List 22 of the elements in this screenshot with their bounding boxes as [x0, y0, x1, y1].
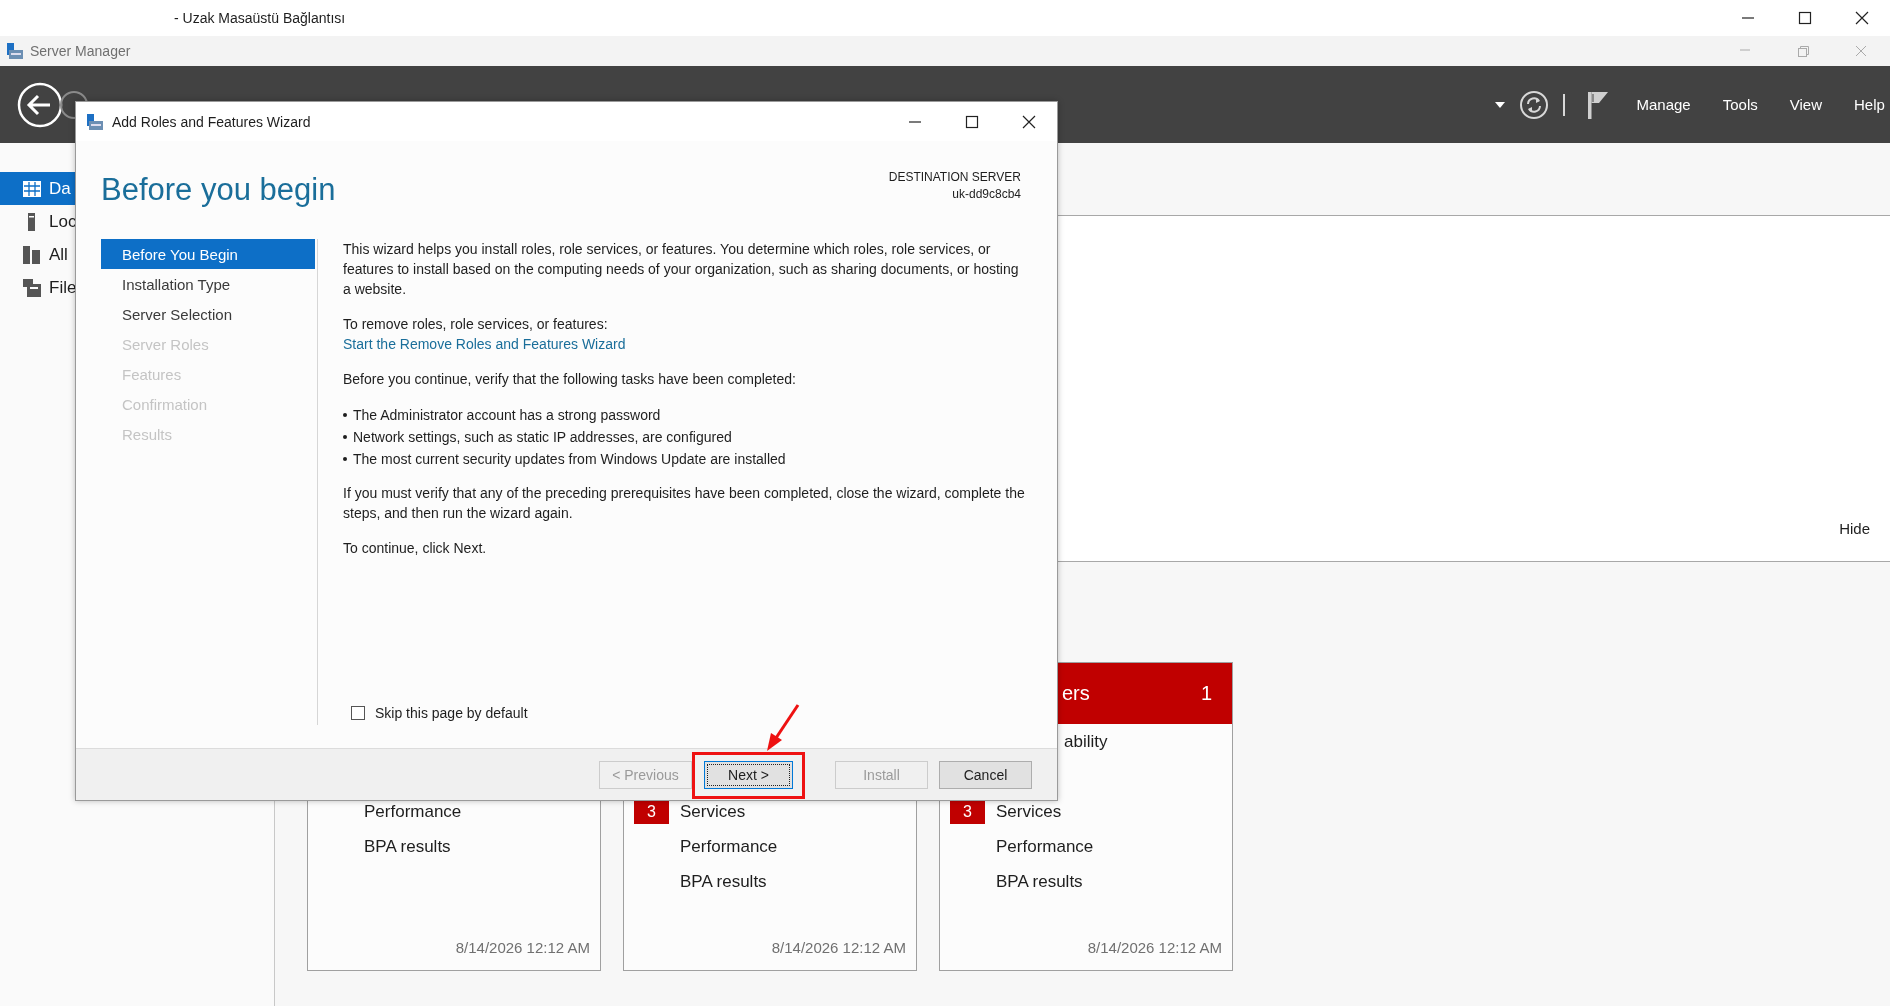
- list-item: The most current security updates from Windows Update are installed: [353, 450, 786, 469]
- paragraph: If you must verify that any of the preceding prerequisites have been completed, close the wizard, complete the steps, and then run the wizard again.: [343, 484, 1025, 523]
- paragraph: To continue, click Next.: [343, 539, 488, 558]
- window-title: - Uzak Masaüstü Bağlantısı: [174, 10, 347, 26]
- timestamp: 8/14/2026 12:12 AM: [1087, 939, 1222, 956]
- page-heading: Before you begin: [101, 171, 336, 209]
- count-badge: 3: [950, 799, 985, 824]
- paragraph: This wizard helps you install roles, role services, or features. You determine which roles, role services, or features to install based on the computing needs of your organization, such as sharing documents, or hosting a website.: [343, 240, 1020, 299]
- tile-count: 1: [1200, 682, 1212, 705]
- tile-title: ers: [1061, 682, 1091, 705]
- window-title: Server Manager: [30, 43, 132, 59]
- paragraph: Before you continue, verify that the following tasks have been completed:: [343, 370, 797, 389]
- destination-label: DESTINATION SERVER: [888, 169, 1021, 186]
- server-name: uk-dd9c8cb4: [951, 186, 1021, 203]
- timestamp: 8/14/2026 12:12 AM: [455, 939, 590, 956]
- paragraph: To remove roles, role services, or features:: [343, 315, 609, 334]
- timestamp: 8/14/2026 12:12 AM: [771, 939, 906, 956]
- dialog-title: Add Roles and Features Wizard: [112, 113, 312, 130]
- checkbox-label: Skip this page by default: [375, 705, 528, 721]
- list-item: The Administrator account has a strong password: [353, 406, 661, 425]
- count-badge: 3: [634, 799, 669, 824]
- list-item: Network settings, such as static IP addresses, are configured: [353, 428, 732, 447]
